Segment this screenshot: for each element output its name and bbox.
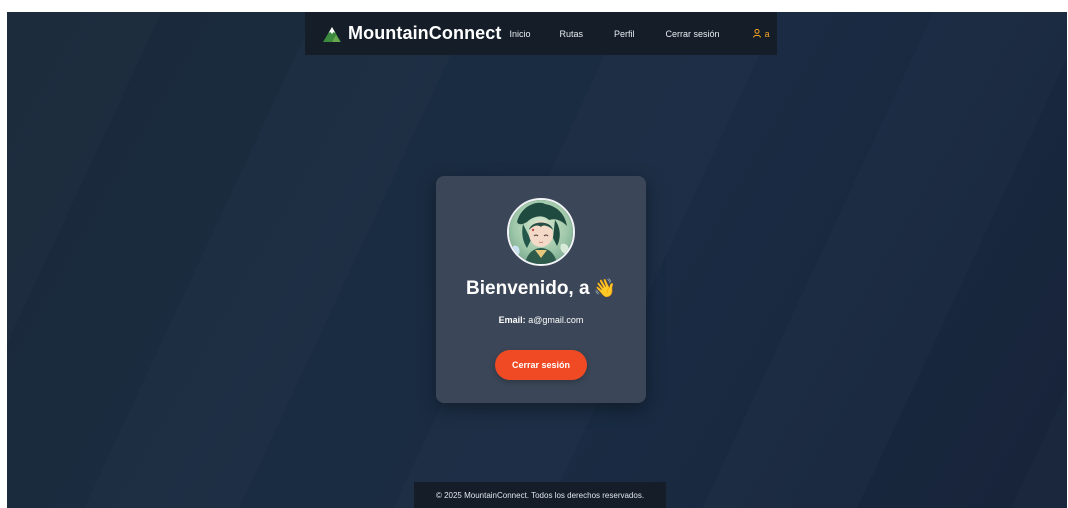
page-background: MountainConnect Inicio Rutas Perfil Cerr…	[7, 12, 1067, 508]
footer: © 2025 MountainConnect. Todos los derech…	[414, 482, 666, 508]
nav-links: Inicio Rutas Perfil Cerrar sesión	[509, 29, 719, 39]
welcome-heading: Bienvenido, a 👋	[436, 278, 646, 300]
footer-text: © 2025 MountainConnect. Todos los derech…	[435, 490, 645, 500]
brand-link[interactable]: MountainConnect	[323, 23, 501, 44]
nav-link-inicio[interactable]: Inicio	[509, 29, 530, 39]
welcome-text: Bienvenido, a	[466, 278, 590, 299]
email-label: Email:	[498, 315, 526, 325]
nav-user-name: a	[764, 28, 770, 39]
profile-card: Bienvenido, a 👋 Email: a@gmail.com Cerrar…	[436, 176, 646, 403]
navbar: MountainConnect Inicio Rutas Perfil Cerr…	[305, 12, 777, 55]
wave-icon: 👋	[593, 278, 616, 298]
mountain-icon	[323, 26, 341, 42]
email-value: a@gmail.com	[528, 315, 584, 325]
nav-link-cerrar-sesion[interactable]: Cerrar sesión	[666, 29, 720, 39]
user-icon	[752, 29, 761, 38]
logout-button[interactable]: Cerrar sesión	[495, 350, 587, 380]
avatar	[507, 198, 575, 266]
nav-user[interactable]: a	[752, 28, 770, 39]
email-line: Email: a@gmail.com	[436, 315, 646, 325]
nav-link-rutas[interactable]: Rutas	[560, 29, 584, 39]
nav-link-perfil[interactable]: Perfil	[614, 29, 635, 39]
avatar-image	[509, 200, 573, 264]
brand-name: MountainConnect	[348, 23, 502, 43]
